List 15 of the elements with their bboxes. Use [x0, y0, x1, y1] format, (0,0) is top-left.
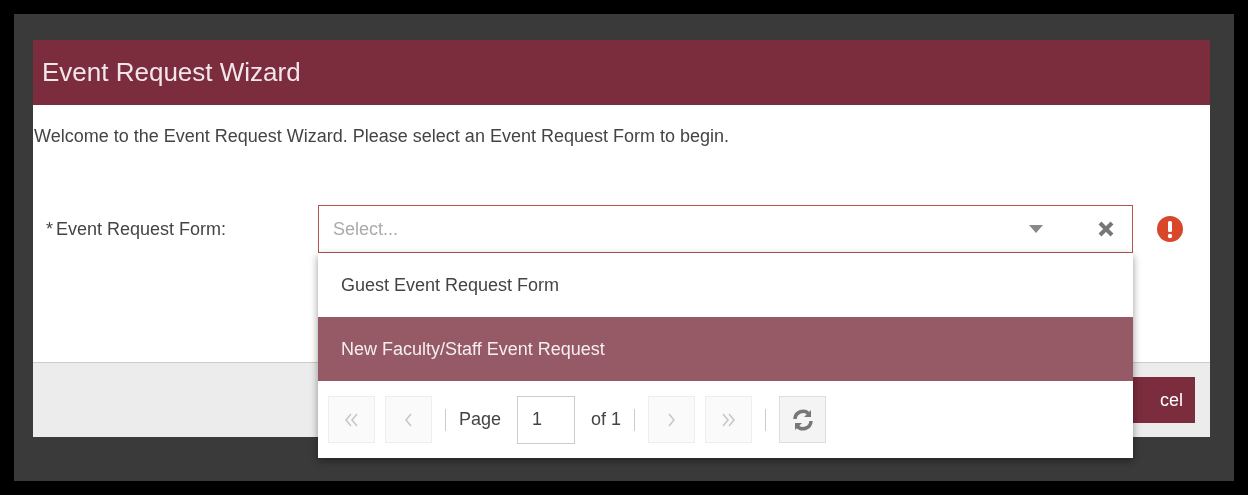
select-field[interactable]: Select...: [318, 205, 1133, 253]
dialog-title: Event Request Wizard: [42, 56, 301, 89]
dropdown-caret-icon[interactable]: [1029, 225, 1043, 233]
field-label: Event Request Form:: [56, 217, 227, 241]
intro-text: Welcome to the Event Request Wizard. Please select an Event Request Form to begin.: [34, 125, 730, 148]
required-mark: *: [46, 217, 53, 241]
refresh-icon: [790, 407, 815, 432]
dropdown-option[interactable]: Guest Event Request Form: [318, 253, 1133, 317]
clear-icon[interactable]: [1097, 220, 1115, 238]
page-count: of 1: [591, 408, 622, 431]
dropdown-option[interactable]: New Faculty/Staff Event Request: [318, 317, 1133, 381]
page-label: Page: [459, 408, 502, 431]
error-icon: [1157, 216, 1183, 242]
page-number-field[interactable]: 1: [517, 395, 576, 444]
refresh-button[interactable]: [779, 396, 827, 443]
